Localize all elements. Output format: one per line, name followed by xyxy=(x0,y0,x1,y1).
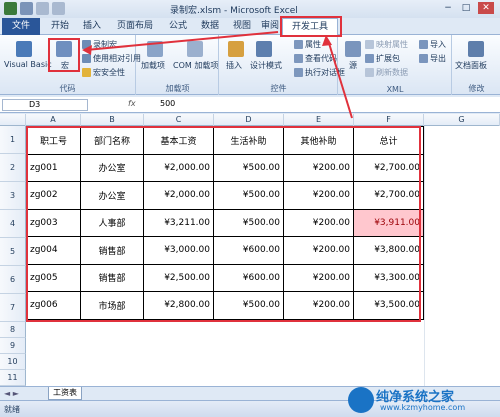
watermark-logo-icon xyxy=(348,387,374,413)
arrow-to-developer-tab xyxy=(327,39,353,119)
watermark: 纯净系统之家 www.kzmyhome.com xyxy=(346,385,496,415)
watermark-url: www.kzmyhome.com xyxy=(380,403,466,412)
annotation-arrows xyxy=(82,31,353,119)
arrowhead-icon xyxy=(322,35,332,46)
arrowhead-icon xyxy=(82,45,92,55)
arrow-to-macros xyxy=(85,31,279,51)
